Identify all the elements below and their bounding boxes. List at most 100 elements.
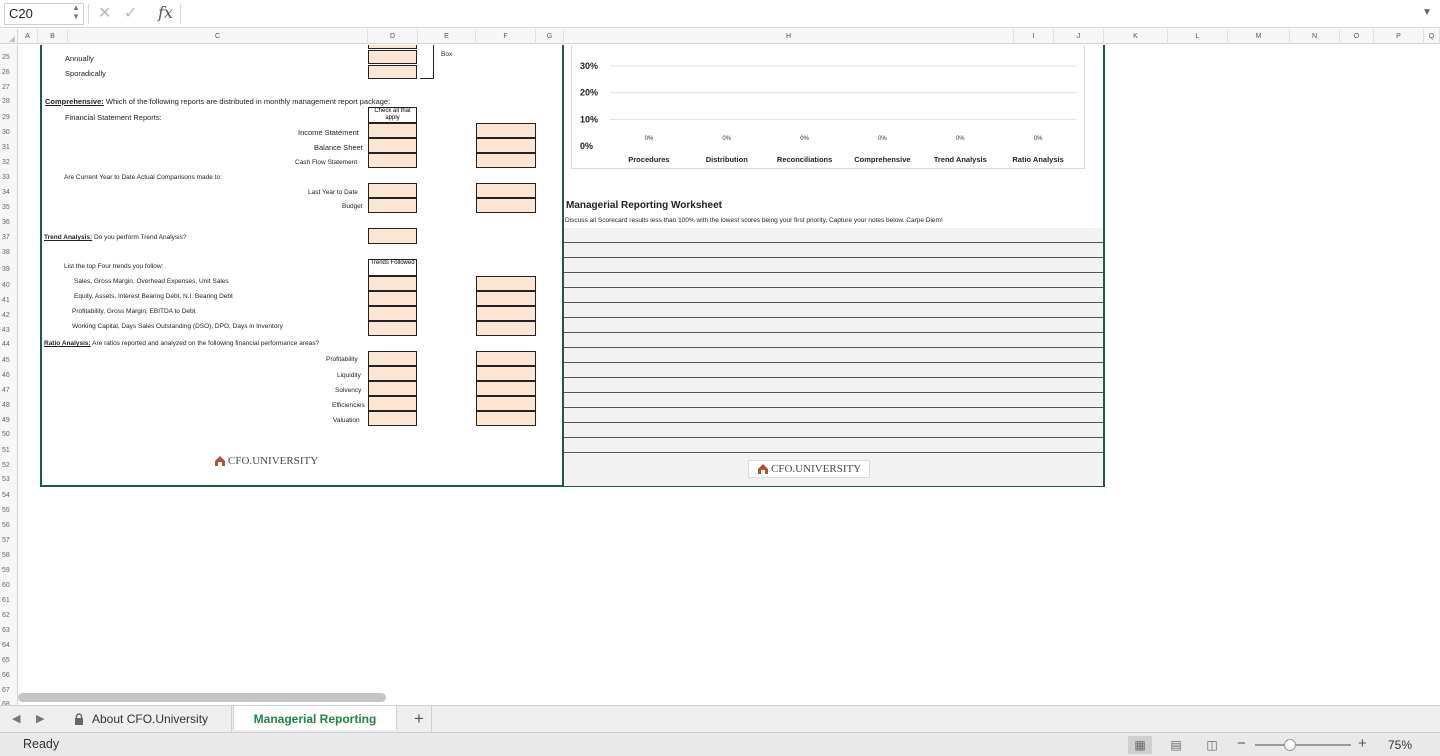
excel-window: C20 ▲ ▼ ✕ ✓ fx ▼ A B C D E F G H I J K L … <box>0 0 1440 756</box>
score-box[interactable] <box>476 411 536 426</box>
column-header-f[interactable]: F <box>476 29 536 44</box>
score-box[interactable] <box>476 321 536 336</box>
score-box[interactable] <box>476 198 536 213</box>
fx-icon[interactable]: fx <box>158 3 173 22</box>
y-tick-label: 20% <box>580 88 598 98</box>
trend-box-1[interactable] <box>368 276 417 291</box>
tab-managerial-reporting[interactable]: Managerial Reporting <box>233 706 397 730</box>
trend-box-4[interactable] <box>368 321 417 336</box>
page-layout-view-button[interactable]: ▤ <box>1164 736 1188 754</box>
balance-sheet-box[interactable] <box>368 138 417 153</box>
column-header-a[interactable]: A <box>18 29 38 44</box>
trend-item-2: Equity, Assets, Interest Bearing Debt, N… <box>74 293 233 300</box>
score-box[interactable] <box>476 123 536 138</box>
select-all-button[interactable] <box>0 29 18 44</box>
triangle-right-icon[interactable]: ▶ <box>36 712 44 725</box>
liquidity-box[interactable] <box>368 366 417 381</box>
score-box[interactable] <box>476 291 536 306</box>
column-header-k[interactable]: K <box>1104 29 1168 44</box>
column-header-i[interactable]: I <box>1014 29 1054 44</box>
trend-box-3[interactable] <box>368 306 417 321</box>
notes-row[interactable] <box>564 333 1103 348</box>
zoom-out-button[interactable]: − <box>1237 735 1246 752</box>
valuation-box[interactable] <box>368 411 417 426</box>
solvency-box[interactable] <box>368 381 417 396</box>
notes-row[interactable] <box>564 348 1103 363</box>
column-header-q[interactable]: Q <box>1424 29 1440 44</box>
normal-view-button[interactable]: ▦ <box>1128 736 1152 754</box>
column-header-b[interactable]: B <box>38 29 68 44</box>
score-box[interactable] <box>476 396 536 411</box>
cash-flow-box[interactable] <box>368 153 417 168</box>
column-header-d[interactable]: D <box>368 29 418 44</box>
answer-box[interactable] <box>368 45 417 49</box>
score-box[interactable] <box>476 153 536 168</box>
zoom-level[interactable]: 75% <box>1388 738 1412 752</box>
score-box[interactable] <box>476 276 536 291</box>
chart-canvas: 30% 20% 10% 0% 0% Procedures 0% Distribution 0% R… <box>580 61 1077 164</box>
notes-row[interactable] <box>564 243 1103 258</box>
score-box[interactable] <box>476 351 536 366</box>
column-header-e[interactable]: E <box>418 29 476 44</box>
score-box[interactable] <box>476 183 536 198</box>
notes-row[interactable] <box>564 408 1103 423</box>
formula-bar: C20 ▲ ▼ ✕ ✓ fx ▼ <box>0 0 1440 28</box>
notes-row[interactable] <box>564 363 1103 378</box>
divider <box>88 4 89 24</box>
column-header-c[interactable]: C <box>68 29 368 44</box>
tab-about-cfo-university[interactable]: About CFO.University <box>62 706 232 732</box>
column-header-h[interactable]: H <box>564 29 1014 44</box>
trend-analysis-box[interactable] <box>368 228 417 244</box>
add-sheet-button[interactable]: + <box>402 706 432 732</box>
income-statement-box[interactable] <box>368 123 417 138</box>
zoom-slider-thumb[interactable] <box>1284 739 1296 751</box>
notes-row[interactable] <box>564 438 1103 453</box>
worksheet-grid[interactable]: Box Annually Sporadically Comprehensive:… <box>0 45 1440 705</box>
column-header-g[interactable]: G <box>536 29 564 44</box>
column-header-n[interactable]: N <box>1290 29 1340 44</box>
answer-box[interactable] <box>368 50 417 64</box>
score-box[interactable] <box>476 366 536 381</box>
column-header-p[interactable]: P <box>1374 29 1424 44</box>
x-icon[interactable]: ✕ <box>98 4 111 24</box>
budget-box[interactable] <box>368 198 417 213</box>
zoom-in-button[interactable]: + <box>1358 735 1367 752</box>
y-tick-label: 0% <box>580 141 593 151</box>
page-break-view-button[interactable]: ◫ <box>1200 736 1224 754</box>
name-box-stepper-icon[interactable]: ▲ ▼ <box>72 3 80 21</box>
score-box[interactable] <box>476 381 536 396</box>
column-header-j[interactable]: J <box>1054 29 1104 44</box>
column-header-l[interactable]: L <box>1168 29 1228 44</box>
zoom-slider[interactable] <box>1255 744 1351 746</box>
notes-row[interactable] <box>564 393 1103 408</box>
notes-row[interactable] <box>564 318 1103 333</box>
column-header-o[interactable]: O <box>1340 29 1374 44</box>
check-icon[interactable]: ✓ <box>124 4 137 24</box>
notes-row[interactable] <box>564 378 1103 393</box>
notes-row[interactable] <box>564 288 1103 303</box>
notes-row[interactable] <box>564 258 1103 273</box>
notes-row[interactable] <box>564 273 1103 288</box>
chevron-down-icon[interactable]: ▼ <box>1422 7 1432 18</box>
last-year-box[interactable] <box>368 183 417 198</box>
score-box[interactable] <box>476 306 536 321</box>
data-label: 0% <box>722 136 731 142</box>
notes-row[interactable] <box>564 228 1103 243</box>
profitability-box[interactable] <box>368 351 417 366</box>
notes-row[interactable] <box>564 303 1103 318</box>
trends-followed-header: Trends Followed <box>368 259 417 276</box>
status-text: Ready <box>23 737 60 751</box>
comprehensive-question-text: Which of the following reports are distr… <box>103 97 391 106</box>
efficiencies-box[interactable] <box>368 396 417 411</box>
column-header-m[interactable]: M <box>1228 29 1290 44</box>
trend-box-2[interactable] <box>368 291 417 306</box>
horizontal-scrollbar[interactable] <box>18 693 386 702</box>
notes-row[interactable] <box>564 423 1103 438</box>
triangle-left-icon[interactable]: ◀ <box>12 712 20 725</box>
select-all-icon <box>9 36 15 42</box>
answer-box[interactable] <box>368 65 417 79</box>
financial-reports-label: Financial Statement Reports: <box>65 113 162 122</box>
formula-input[interactable] <box>186 3 1416 25</box>
score-box[interactable] <box>476 138 536 153</box>
logo-text: CFO.UNIVERSITY <box>228 455 319 467</box>
